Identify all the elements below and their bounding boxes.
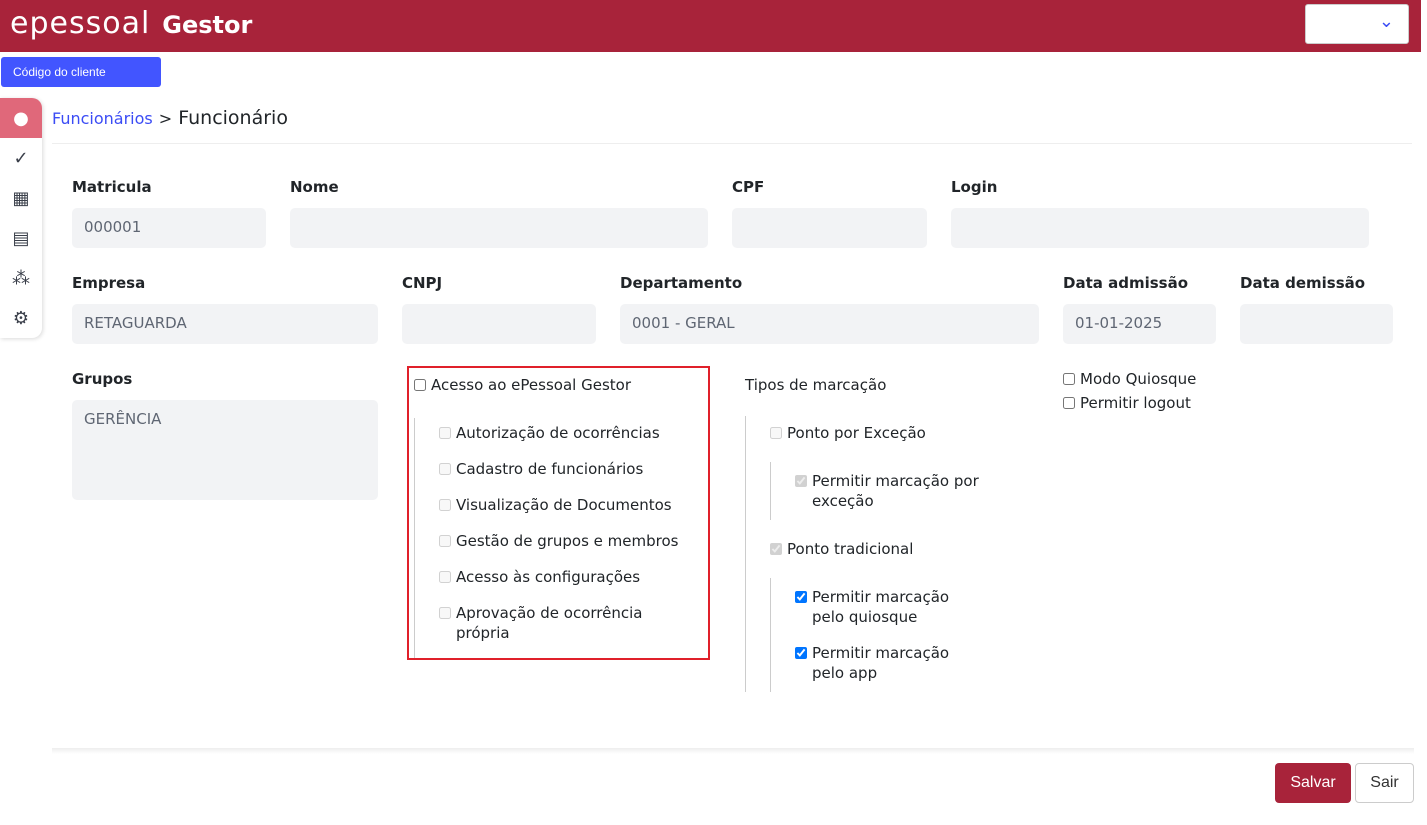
admissao-label: Data admissão xyxy=(1063,274,1189,292)
sidebar-item-groups[interactable]: ⁂ xyxy=(0,258,42,298)
grupos-label: Grupos xyxy=(72,370,133,388)
divider xyxy=(745,416,746,692)
permission-checkbox[interactable]: Visualização de Documentos xyxy=(439,495,672,515)
sidebar-item-settings[interactable]: ⚙ xyxy=(0,298,42,338)
nome-label: Nome xyxy=(290,178,339,196)
sidebar-item-documents[interactable]: ▤ xyxy=(0,218,42,258)
cpf-field[interactable] xyxy=(732,208,927,248)
empresa-field[interactable]: RETAGUARDA xyxy=(72,304,378,344)
save-button[interactable]: Salvar xyxy=(1275,763,1351,803)
check-icon: ✓ xyxy=(13,147,29,169)
admissao-field[interactable]: 01-01-2025 xyxy=(1063,304,1216,344)
departamento-field[interactable]: 0001 - GERAL xyxy=(620,304,1039,344)
demissao-label: Data demissão xyxy=(1240,274,1366,292)
marcacao-title: Tipos de marcação xyxy=(745,376,887,394)
divider xyxy=(770,578,771,692)
app-header: epessoal Gestor ⌄ xyxy=(0,0,1421,52)
sidebar-item-approvals[interactable]: ✓ xyxy=(0,138,42,178)
user-icon: ● xyxy=(13,107,29,129)
login-field[interactable] xyxy=(951,208,1369,248)
sidebar: ● ✓ ▦ ▤ ⁂ ⚙ xyxy=(0,98,42,338)
permission-checkbox[interactable]: Autorização de ocorrências xyxy=(439,423,660,443)
quiosque-marcacao-checkbox[interactable]: Permitir marcação pelo quiosque xyxy=(795,587,985,627)
divider xyxy=(52,748,1414,754)
client-code-button[interactable]: Código do cliente xyxy=(1,57,161,87)
grid-edit-icon: ▦ xyxy=(12,187,30,209)
exit-button[interactable]: Sair xyxy=(1355,763,1414,803)
divider xyxy=(52,143,1412,144)
divider xyxy=(770,462,771,520)
app-marcacao-checkbox[interactable]: Permitir marcação pelo app xyxy=(795,643,985,683)
permission-checkbox[interactable]: Aprovação de ocorrência própria xyxy=(439,603,659,643)
divider xyxy=(414,418,415,658)
grupos-field[interactable]: GERÊNCIA xyxy=(72,400,378,500)
cnpj-label: CNPJ xyxy=(402,274,443,292)
permitir-logout-checkbox[interactable]: Permitir logout xyxy=(1063,393,1191,413)
header-select[interactable]: ⌄ xyxy=(1305,4,1409,44)
breadcrumb: Funcionários > Funcionário xyxy=(52,107,288,129)
page-title: Funcionário xyxy=(178,107,288,129)
chevron-down-icon: ⌄ xyxy=(1378,11,1394,32)
cnpj-field[interactable] xyxy=(402,304,596,344)
departamento-label: Departamento xyxy=(620,274,743,292)
sidebar-item-users[interactable]: ● xyxy=(0,98,42,138)
permission-checkbox[interactable]: Cadastro de funcionários xyxy=(439,459,643,479)
logo: epessoal Gestor xyxy=(10,6,253,41)
nome-field[interactable] xyxy=(290,208,708,248)
sidebar-item-schedule[interactable]: ▦ xyxy=(0,178,42,218)
permission-checkbox[interactable]: Gestão de grupos e membros xyxy=(439,531,678,551)
gear-icon: ⚙ xyxy=(12,307,30,329)
matricula-field[interactable]: 000001 xyxy=(72,208,266,248)
group-icon: ⁂ xyxy=(12,267,30,289)
tradicional-checkbox[interactable]: Ponto tradicional xyxy=(770,539,913,559)
cpf-label: CPF xyxy=(732,178,765,196)
empresa-label: Empresa xyxy=(72,274,146,292)
gestor-access-checkbox[interactable]: Acesso ao ePessoal Gestor xyxy=(414,375,631,395)
demissao-field[interactable] xyxy=(1240,304,1393,344)
excecao-checkbox[interactable]: Ponto por Exceção xyxy=(770,423,926,443)
permission-checkbox[interactable]: Acesso às configurações xyxy=(439,567,640,587)
login-label: Login xyxy=(951,178,998,196)
document-icon: ▤ xyxy=(12,227,30,249)
matricula-label: Matricula xyxy=(72,178,152,196)
modo-quiosque-checkbox[interactable]: Modo Quiosque xyxy=(1063,369,1196,389)
excecao-sub-checkbox[interactable]: Permitir marcação por exceção xyxy=(795,471,985,511)
breadcrumb-parent[interactable]: Funcionários xyxy=(52,109,153,128)
